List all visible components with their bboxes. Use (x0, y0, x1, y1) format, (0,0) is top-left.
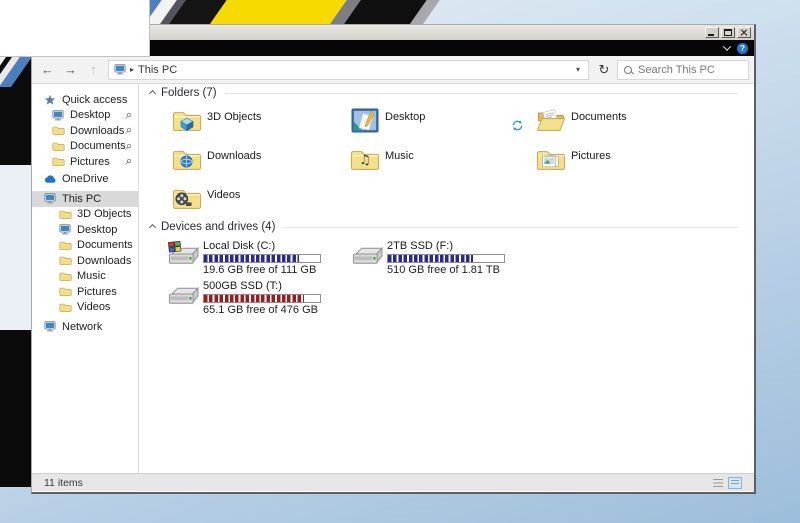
sidebar-item-documents[interactable]: Documents (32, 139, 138, 155)
folder-icon (59, 301, 72, 313)
folder-icon (59, 286, 72, 298)
capacity-bar (203, 294, 321, 303)
desktop-icon (59, 224, 72, 236)
computer-icon (114, 64, 126, 75)
sidebar-item-this-pc[interactable]: This PC (32, 191, 138, 207)
hard-drive-icon (168, 241, 199, 268)
status-bar: 11 items (32, 473, 754, 491)
sidebar-item-quick-access[interactable]: Quick access (32, 92, 138, 108)
pin-icon (124, 158, 132, 166)
folder-icon (59, 239, 72, 251)
group-header-devices[interactable]: Devices and drives (4) (148, 221, 738, 233)
tile-documents[interactable]: Documents (536, 106, 708, 142)
file-explorer-window: ? ← → ↑ ▸ This PC ▾ ↻ Quick a (31, 24, 756, 494)
tile-3d-objects[interactable]: 3D Objects (172, 106, 344, 142)
tile-videos[interactable]: Videos (172, 184, 344, 220)
pin-icon (124, 143, 132, 151)
sidebar-item-pc-3d-objects[interactable]: 3D Objects (32, 207, 138, 223)
folder-icon (59, 270, 72, 282)
sidebar-item-desktop[interactable]: Desktop (32, 108, 138, 124)
desktop-icon (350, 106, 380, 136)
drive-tile-2tb-ssd-f[interactable]: 2TB SSD (F:) 510 GB free of 1.81 TB (352, 241, 542, 279)
folder-music-icon: ♫ (350, 145, 380, 175)
hard-drive-icon (352, 244, 383, 268)
desktop: ? ← → ↑ ▸ This PC ▾ ↻ Quick a (0, 0, 800, 523)
tile-downloads[interactable]: Downloads (172, 145, 344, 181)
sidebar-item-pictures[interactable]: Pictures (32, 154, 138, 170)
search-box[interactable] (617, 59, 749, 80)
wallpaper-left-strip (0, 55, 31, 165)
details-view-button[interactable] (711, 476, 725, 489)
forward-button[interactable]: → (60, 60, 81, 80)
drive-tile-500gb-ssd-t[interactable]: 500GB SSD (T:) 65.1 GB free of 476 GB (168, 281, 358, 319)
back-button[interactable]: ← (37, 60, 58, 80)
folder-documents-icon (536, 106, 566, 136)
close-button[interactable] (737, 27, 751, 38)
sidebar-item-pc-videos[interactable]: Videos (32, 300, 138, 316)
breadcrumb-arrow-icon: ▸ (130, 65, 135, 74)
maximize-button[interactable] (721, 27, 735, 38)
folder-icon (59, 255, 72, 267)
ribbon-collapse-chevron-icon[interactable] (722, 42, 732, 51)
sidebar-item-onedrive[interactable]: OneDrive (32, 172, 138, 188)
help-icon[interactable]: ? (737, 42, 748, 54)
navigation-pane: Quick access Desktop Downloads Documents (32, 84, 138, 473)
wallpaper-left-black (0, 330, 31, 487)
wallpaper-logo-band (140, 0, 452, 24)
group-header-folders[interactable]: Folders (7) (148, 87, 738, 99)
onedrive-cloud-icon (44, 173, 57, 185)
folder-3d-objects-icon (172, 106, 202, 136)
refresh-button[interactable]: ↻ (593, 62, 615, 78)
sidebar-item-pc-downloads[interactable]: Downloads (32, 253, 138, 269)
folder-icon (52, 156, 65, 168)
folder-pictures-icon (536, 145, 566, 175)
items-view: Folders (7) 3D Objects Desktop Documents… (139, 84, 754, 473)
address-dropdown-icon[interactable]: ▾ (573, 65, 583, 74)
item-count: 11 items (44, 476, 83, 489)
computer-icon (44, 193, 57, 205)
hard-drive-icon (168, 284, 199, 308)
folder-icon (59, 208, 72, 220)
quick-access-star-icon (44, 94, 57, 106)
tile-pictures[interactable]: Pictures (536, 145, 708, 181)
windows-flag-icon (168, 241, 182, 253)
icons-view-button[interactable] (728, 476, 742, 489)
foreground-white-panel (0, 0, 150, 57)
collapse-chevron-icon (148, 223, 157, 231)
tile-music[interactable]: ♫ Music (350, 145, 522, 181)
search-icon (624, 65, 632, 74)
breadcrumb[interactable]: This PC (138, 64, 177, 76)
search-input[interactable] (638, 63, 742, 76)
pin-icon (124, 127, 132, 135)
folder-icon (52, 140, 65, 152)
pin-icon (124, 112, 132, 120)
minimize-button[interactable] (705, 27, 719, 38)
address-bar[interactable]: ▸ This PC ▾ (108, 59, 589, 80)
wallpaper-left-light (0, 165, 31, 330)
folder-icon (52, 125, 65, 137)
desktop-icon (52, 109, 65, 121)
tile-desktop[interactable]: Desktop (350, 106, 522, 142)
capacity-bar (387, 254, 505, 263)
sync-icon (512, 120, 523, 131)
sidebar-item-pc-documents[interactable]: Documents (32, 238, 138, 254)
sidebar-item-downloads[interactable]: Downloads (32, 123, 138, 139)
music-note-glyph: ♫ (359, 153, 371, 168)
network-icon (44, 321, 57, 333)
drive-tile-local-disk-c[interactable]: Local Disk (C:) 19.6 GB free of 111 GB (168, 241, 358, 279)
up-button[interactable]: ↑ (83, 60, 104, 80)
capacity-bar (203, 254, 321, 263)
sidebar-item-pc-pictures[interactable]: Pictures (32, 284, 138, 300)
sidebar-item-network[interactable]: Network (32, 319, 138, 335)
folder-videos-icon (172, 184, 202, 214)
sidebar-item-pc-desktop[interactable]: Desktop (32, 222, 138, 238)
folder-downloads-icon (172, 145, 202, 175)
navigation-bar: ← → ↑ ▸ This PC ▾ ↻ (32, 56, 754, 84)
collapse-chevron-icon (148, 89, 157, 97)
sidebar-item-pc-music[interactable]: Music (32, 269, 138, 285)
